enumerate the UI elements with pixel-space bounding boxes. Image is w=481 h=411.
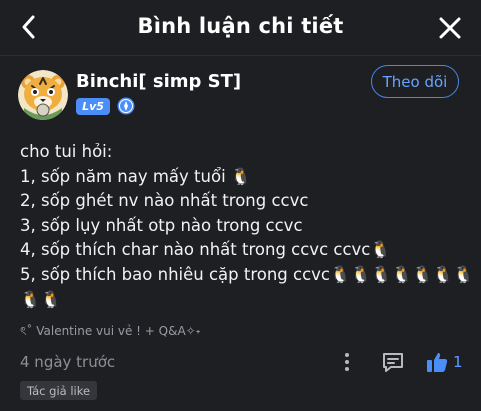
comment-line: 5, sốp thích bao nhiêu cặp trong ccvc🐧🐧🐧… bbox=[20, 264, 474, 284]
verified-badge-icon bbox=[117, 97, 135, 115]
timestamp: 4 ngày trước bbox=[20, 353, 116, 371]
comment-line: 4, sốp thích char nào nhất trong ccvc cc… bbox=[20, 240, 391, 260]
comment-line: 2, sốp ghét nv nào nhất trong ccvc bbox=[20, 191, 309, 211]
level-badge: Lv5 bbox=[76, 98, 110, 115]
reply-button[interactable] bbox=[381, 350, 405, 374]
more-options-button[interactable] bbox=[337, 351, 357, 373]
like-count: 1 bbox=[453, 353, 463, 371]
comment-icon bbox=[383, 353, 403, 372]
avatar[interactable] bbox=[18, 70, 68, 120]
tiger-avatar-icon bbox=[18, 70, 68, 120]
thumbs-up-icon bbox=[427, 353, 448, 372]
comment-body: cho tui hỏi: 1, sốp năm nay mấy tuổi 🐧 2… bbox=[20, 140, 474, 312]
follow-button[interactable]: Theo dõi bbox=[371, 65, 459, 98]
header-divider bbox=[0, 55, 481, 56]
like-button[interactable]: 1 bbox=[426, 350, 463, 374]
close-button[interactable] bbox=[435, 13, 465, 43]
comment-line: cho tui hỏi: bbox=[20, 142, 113, 161]
author-liked-tag: Tác giả like bbox=[20, 381, 98, 400]
comment-line: 🐧🐧 bbox=[20, 289, 62, 309]
comment-line: 1, sốp năm nay mấy tuổi 🐧 bbox=[20, 166, 252, 186]
top-bar: Bình luận chi tiết bbox=[0, 0, 481, 56]
close-icon bbox=[439, 17, 461, 39]
topic-tagline[interactable]: ৎ˚ Valentine vui vẻ ! + Q&A✧˖ bbox=[20, 323, 200, 343]
comment-line: 3, sốp lụy nhất otp nào trong ccvc bbox=[20, 215, 303, 235]
page-title: Bình luận chi tiết bbox=[137, 14, 344, 38]
more-vertical-icon bbox=[345, 353, 349, 371]
author-name[interactable]: Binchi[ simp ST] bbox=[76, 71, 241, 92]
